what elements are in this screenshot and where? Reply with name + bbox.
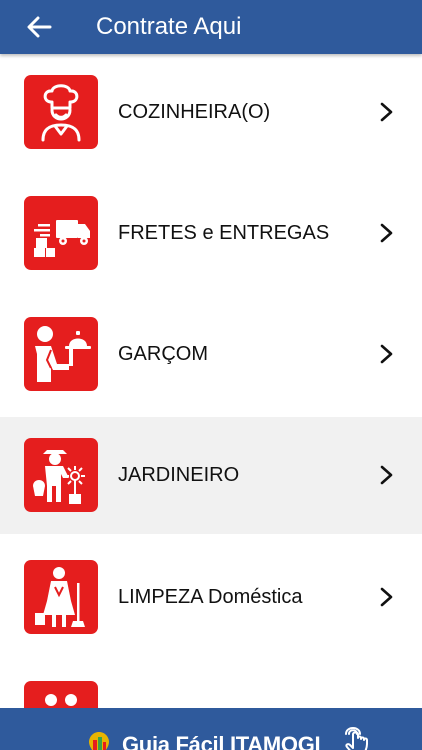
delivery-truck-icon	[34, 220, 90, 257]
category-tile	[24, 438, 98, 512]
chef-icon	[41, 84, 81, 142]
list-item-cozinheira[interactable]: COZINHEIRA(O)	[0, 54, 422, 171]
category-tile	[24, 560, 98, 634]
list-item-label: JARDINEIRO	[118, 464, 240, 486]
category-list[interactable]: COZINHEIRA(O) FRETES e ENTREGAS GARÇOM J…	[0, 54, 422, 708]
chevron-right-icon	[380, 344, 393, 364]
chevron-right-icon	[380, 465, 393, 485]
list-item-limpeza[interactable]: LIMPEZA Doméstica	[0, 539, 422, 656]
list-item-label: GARÇOM	[118, 343, 208, 365]
list-item-label: FRETES e ENTREGAS	[118, 222, 330, 244]
arrow-left-icon	[27, 16, 52, 38]
list-item-garcom[interactable]: GARÇOM	[0, 296, 422, 413]
category-tile	[24, 196, 98, 270]
list-item-jardineiro[interactable]: JARDINEIRO	[0, 417, 422, 534]
category-tile	[24, 317, 98, 391]
category-tile	[24, 75, 98, 149]
page-title: Contrate Aqui	[96, 13, 242, 40]
hand-touch-icon[interactable]	[340, 726, 372, 750]
chevron-right-icon	[380, 102, 393, 122]
chevron-right-icon	[380, 587, 393, 607]
app-header: Contrate Aqui	[0, 0, 422, 54]
housekeeper-icon	[35, 567, 85, 627]
list-item-label: COZINHEIRA(O)	[118, 101, 271, 123]
footer-brand-text: Guia Fácil ITAMOGI	[122, 732, 321, 750]
back-button[interactable]	[6, 7, 72, 47]
footer-banner[interactable]: Guia Fácil ITAMOGI	[0, 708, 422, 750]
list-item-label: LIMPEZA Doméstica	[118, 586, 303, 608]
category-tile	[24, 681, 98, 708]
list-item-fretes[interactable]: FRETES e ENTREGAS	[0, 175, 422, 292]
gardener-icon	[33, 450, 85, 504]
chevron-right-icon	[380, 223, 393, 243]
people-icon	[45, 694, 77, 706]
list-item-partial[interactable]	[0, 660, 422, 708]
waiter-icon	[35, 326, 91, 382]
city-logo-icon	[89, 732, 109, 750]
